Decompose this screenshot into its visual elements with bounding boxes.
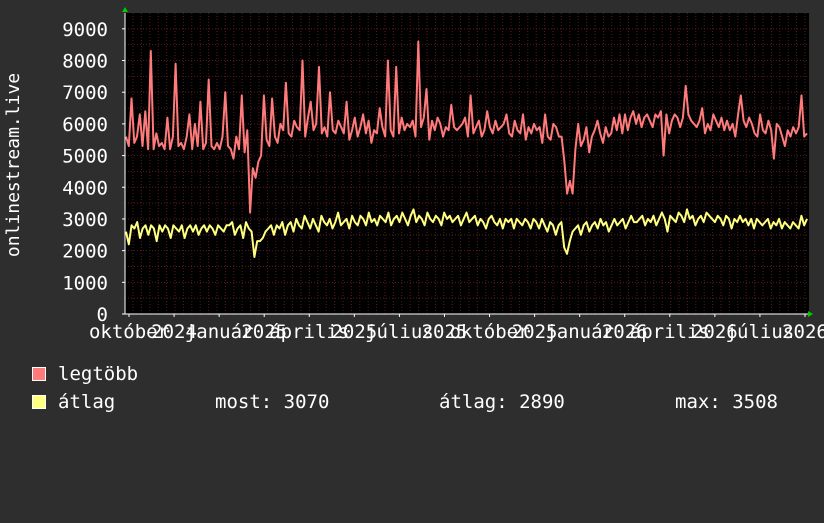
x-axis-arrow	[808, 311, 813, 317]
y-tick-label: 7000	[62, 82, 108, 104]
legend-label-max: legtöbb	[58, 363, 139, 385]
stat-average: átlag: 2890	[439, 391, 565, 413]
y-tick-label: 4000	[62, 177, 108, 199]
legend-label-avg: átlag	[58, 391, 116, 413]
stat-now: most: 3070	[215, 391, 330, 413]
y-axis-label: onlinestream.live	[3, 73, 24, 257]
y-tick-label: 1000	[62, 272, 108, 294]
stat-max: max: 3508	[675, 391, 778, 413]
x-tick-label: 2026	[782, 321, 824, 343]
legend-row-avg: átlag most: 3070 átlag: 2890 max: 3508	[32, 391, 802, 413]
y-tick-label: 9000	[62, 19, 108, 41]
legend-swatch-avg	[32, 395, 46, 409]
plot-background	[125, 13, 809, 314]
legend-swatch-max	[32, 367, 46, 381]
y-tick-label: 8000	[62, 51, 108, 73]
y-tick-label: 2000	[62, 241, 108, 263]
legend-row-max: legtöbb	[32, 363, 792, 385]
y-axis-arrow	[122, 7, 128, 12]
x-tick-labels: október2024január2025április2025július20…	[89, 314, 824, 343]
y-tick-labels: 0100020003000400050006000700080009000	[62, 19, 125, 326]
y-tick-label: 6000	[62, 114, 108, 136]
y-tick-label: 5000	[62, 146, 108, 168]
y-tick-label: 3000	[62, 209, 108, 231]
